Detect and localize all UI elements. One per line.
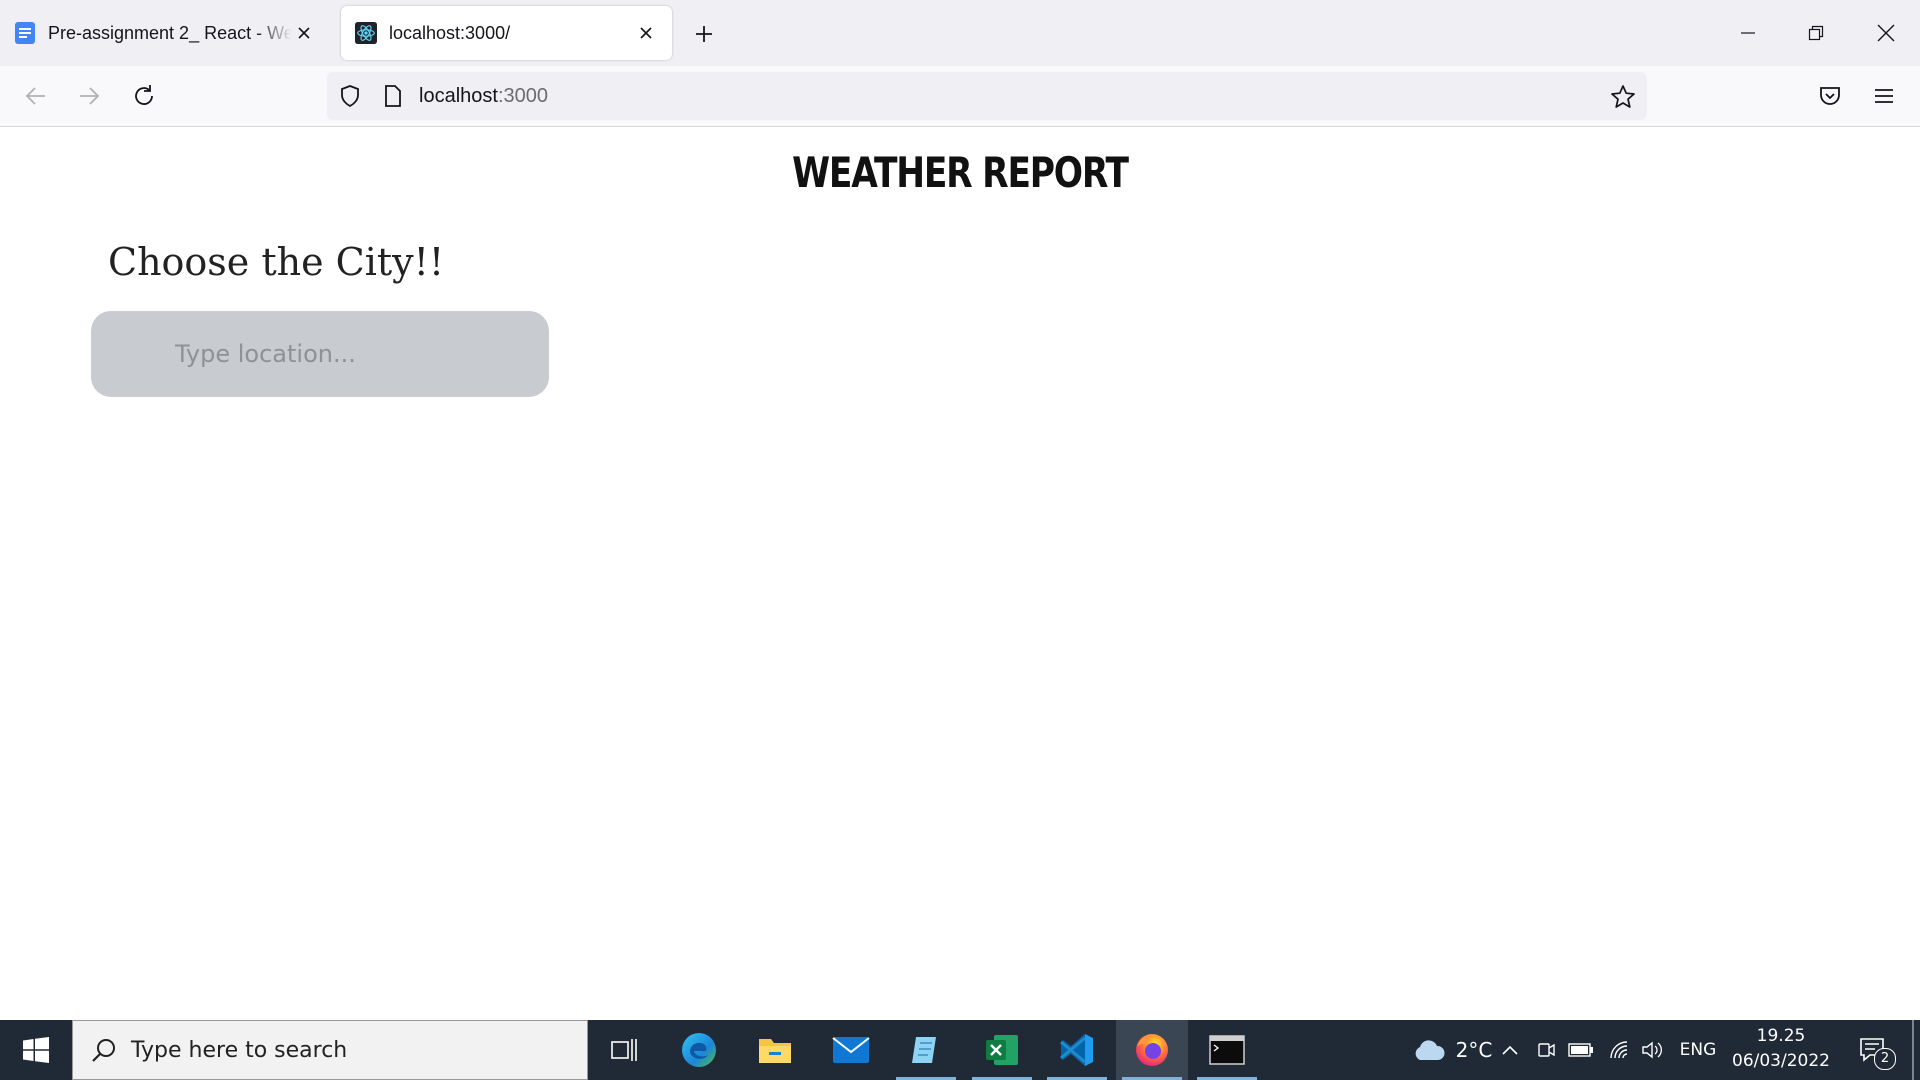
windows-start-icon[interactable]	[0, 1020, 72, 1080]
navigation-toolbar: localhost:3000	[0, 66, 1920, 127]
notification-center-icon[interactable]: 2	[1850, 1020, 1896, 1080]
tab-localhost[interactable]: localhost:3000/	[341, 6, 672, 60]
choose-city-heading: Choose the City!!	[108, 240, 445, 284]
cloud-icon	[1412, 1038, 1446, 1062]
page-info-icon[interactable]	[383, 84, 403, 113]
firefox-icon[interactable]	[1116, 1020, 1188, 1080]
task-view-icon[interactable]	[588, 1020, 660, 1080]
address-bar[interactable]: localhost:3000	[327, 72, 1647, 120]
volume-icon[interactable]	[1638, 1020, 1668, 1080]
page-title: WEATHER REPORT	[792, 148, 1129, 197]
close-tab-icon[interactable]	[292, 21, 316, 45]
tab-weather-app-doc[interactable]: Pre-assignment 2_ React - Weather app	[0, 6, 330, 60]
reload-icon[interactable]	[126, 78, 162, 114]
tracking-protection-shield-icon[interactable]	[339, 84, 361, 113]
edge-icon[interactable]	[663, 1020, 735, 1080]
back-arrow-icon[interactable]	[18, 78, 54, 114]
location-input[interactable]	[91, 311, 549, 397]
notepad-icon[interactable]	[890, 1020, 962, 1080]
show-desktop-button[interactable]	[1912, 1020, 1914, 1080]
browser-tab-strip: Pre-assignment 2_ React - Weather app lo…	[0, 0, 1920, 66]
input-language[interactable]: ENG	[1672, 1020, 1724, 1080]
clock-time: 19.25	[1756, 1026, 1806, 1046]
taskbar-clock[interactable]: 19.25 06/03/2022	[1722, 1020, 1840, 1080]
file-explorer-icon[interactable]	[739, 1020, 811, 1080]
tab-label: Pre-assignment 2_ React - Weather app	[48, 22, 292, 43]
minimize-icon[interactable]	[1714, 0, 1782, 66]
tab-label: localhost:3000/	[389, 22, 511, 43]
restore-window-icon[interactable]	[1782, 0, 1850, 66]
pocket-icon[interactable]	[1812, 78, 1848, 114]
show-hidden-icons-chevron-icon[interactable]	[1496, 1020, 1524, 1080]
windows-taskbar: Type here to search 2°C ENG 19.25 06/03/…	[0, 1020, 1920, 1080]
notification-badge: 2	[1874, 1048, 1896, 1070]
docs-icon	[14, 22, 36, 44]
battery-icon[interactable]	[1566, 1020, 1596, 1080]
url-port: :3000	[497, 85, 548, 107]
terminal-icon[interactable]	[1191, 1020, 1263, 1080]
clock-date: 06/03/2022	[1732, 1051, 1830, 1071]
close-window-icon[interactable]	[1852, 0, 1920, 66]
hamburger-menu-icon[interactable]	[1866, 78, 1902, 114]
weather-temp: 2°C	[1455, 1038, 1493, 1062]
forward-arrow-icon[interactable]	[71, 78, 107, 114]
bookmark-star-icon[interactable]	[1610, 84, 1636, 115]
new-tab-plus-icon[interactable]	[686, 18, 722, 50]
close-tab-icon[interactable]	[634, 21, 658, 45]
vscode-icon[interactable]	[1041, 1020, 1113, 1080]
excel-icon[interactable]	[966, 1020, 1038, 1080]
mail-icon[interactable]	[815, 1020, 887, 1080]
wifi-icon[interactable]	[1605, 1020, 1635, 1080]
url-host: localhost	[419, 85, 498, 107]
weather-widget[interactable]: 2°C	[1392, 1020, 1512, 1080]
url-text[interactable]: localhost:3000	[419, 72, 548, 120]
taskbar-search-box[interactable]: Type here to search	[72, 1020, 588, 1080]
react-icon	[355, 22, 377, 44]
search-placeholder: Type here to search	[131, 1037, 348, 1063]
meet-now-icon[interactable]	[1532, 1020, 1560, 1080]
search-icon	[91, 1037, 117, 1063]
